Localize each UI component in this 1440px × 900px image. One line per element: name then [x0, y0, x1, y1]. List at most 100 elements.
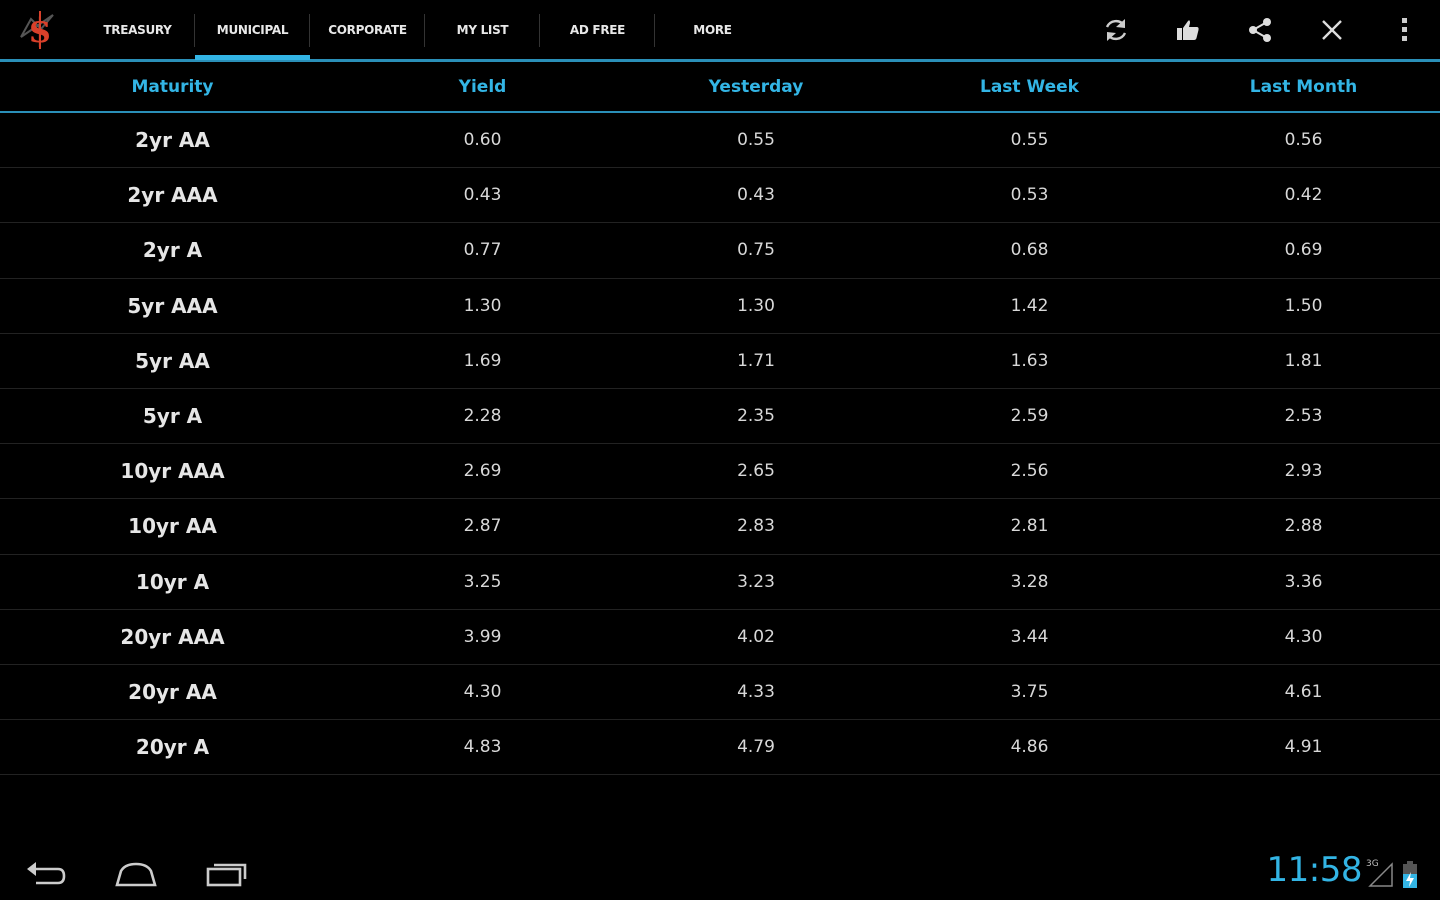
- header-yesterday[interactable]: Yesterday: [620, 77, 892, 97]
- cell-last-week: 4.86: [1010, 737, 1049, 758]
- status-clock: 11:58: [1266, 850, 1363, 890]
- cell-yield: 2.69: [463, 461, 502, 482]
- cell-yield: 2.28: [463, 406, 502, 427]
- back-button[interactable]: [16, 854, 76, 894]
- cell-yesterday: 2.65: [737, 461, 775, 482]
- tab-treasury[interactable]: TREASURY: [80, 0, 195, 59]
- cell-maturity: 5yr AA: [135, 348, 210, 373]
- recent-apps-icon: [206, 863, 247, 887]
- table-row[interactable]: 20yr AAA 3.99 4.02 3.44 4.30: [0, 610, 1440, 665]
- status-icons: 3G: [1366, 856, 1424, 892]
- table-header: Maturity Yield Yesterday Last Week Last …: [0, 62, 1440, 113]
- table-row[interactable]: 20yr AA 4.30 4.33 3.75 4.61: [0, 665, 1440, 721]
- tab-my-list[interactable]: MY LIST: [425, 0, 540, 59]
- cell-last-month: 4.91: [1284, 737, 1323, 758]
- cell-yesterday: 0.75: [737, 240, 775, 261]
- table-row[interactable]: 2yr AAA 0.43 0.43 0.53 0.42: [0, 168, 1440, 224]
- overflow-menu-icon: [1402, 17, 1407, 41]
- like-button[interactable]: [1152, 0, 1224, 59]
- table-row[interactable]: 5yr A 2.28 2.35 2.59 2.53: [0, 389, 1440, 445]
- cell-maturity: 10yr A: [135, 569, 210, 594]
- table-row[interactable]: 2yr AA 0.60 0.55 0.55 0.56: [0, 113, 1440, 169]
- home-button[interactable]: [106, 854, 166, 894]
- tab-more[interactable]: MORE: [655, 0, 770, 59]
- cell-yesterday: 0.55: [737, 130, 775, 151]
- home-icon: [115, 862, 157, 887]
- cell-yesterday: 1.30: [737, 295, 775, 316]
- cell-last-month: 0.56: [1284, 130, 1323, 151]
- cell-yield: 0.77: [463, 240, 502, 261]
- system-bar: 11:58 3G: [0, 848, 1440, 900]
- cell-maturity: 20yr AAA: [120, 624, 225, 649]
- cell-yield: 4.83: [463, 737, 502, 758]
- header-last-month[interactable]: Last Month: [1167, 77, 1440, 97]
- cell-yesterday: 3.23: [737, 571, 775, 592]
- cell-yesterday: 4.02: [737, 626, 775, 647]
- battery-icon: [1403, 861, 1417, 888]
- table-row[interactable]: 10yr A 3.25 3.23 3.28 3.36: [0, 555, 1440, 610]
- signal-label: 3G: [1366, 859, 1379, 869]
- cell-maturity: 20yr AA: [128, 679, 217, 704]
- cell-last-week: 0.55: [1010, 130, 1049, 151]
- cell-yesterday: 0.43: [737, 185, 775, 206]
- cell-yield: 0.43: [463, 185, 502, 206]
- overflow-menu-button[interactable]: [1368, 0, 1440, 59]
- table-row[interactable]: 10yr AA 2.87 2.83 2.81 2.88: [0, 499, 1440, 555]
- cell-yield: 4.30: [463, 681, 502, 702]
- action-bar: $ TREASURY MUNICIPAL CORPORATE MY LIST A…: [0, 0, 1440, 62]
- cell-last-month: 1.50: [1284, 295, 1323, 316]
- cell-last-month: 4.61: [1284, 681, 1323, 702]
- cell-maturity: 20yr A: [135, 735, 210, 760]
- yields-table: Maturity Yield Yesterday Last Week Last …: [0, 62, 1440, 776]
- cell-maturity: 2yr A: [142, 238, 203, 263]
- cell-yield: 0.60: [463, 130, 502, 151]
- cell-yesterday: 1.71: [737, 350, 775, 371]
- cell-yield: 3.99: [463, 626, 502, 647]
- header-last-week[interactable]: Last Week: [892, 77, 1167, 97]
- tab-label: TREASURY: [103, 22, 172, 37]
- close-icon: [1322, 19, 1342, 40]
- tab-corporate[interactable]: CORPORATE: [310, 0, 425, 59]
- cell-last-week: 2.59: [1010, 406, 1049, 427]
- signal-icon: 3G: [1366, 859, 1393, 887]
- header-maturity[interactable]: Maturity: [0, 77, 345, 97]
- app-icon-button[interactable]: $: [0, 0, 80, 59]
- back-icon: [27, 862, 66, 885]
- cell-maturity: 5yr AAA: [127, 293, 218, 318]
- cell-maturity: 2yr AA: [135, 128, 210, 153]
- cell-yield: 3.25: [463, 571, 502, 592]
- cell-maturity: 5yr A: [142, 404, 203, 429]
- cell-last-week: 0.53: [1010, 185, 1049, 206]
- share-icon: [1249, 17, 1271, 42]
- cell-yesterday: 4.33: [737, 681, 775, 702]
- tab-label: MUNICIPAL: [216, 22, 289, 37]
- table-row[interactable]: 10yr AAA 2.69 2.65 2.56 2.93: [0, 444, 1440, 500]
- tab-ad-free[interactable]: AD FREE: [540, 0, 655, 59]
- cell-yield: 1.30: [463, 295, 502, 316]
- cell-maturity: 10yr AAA: [120, 459, 225, 484]
- app-root: $ TREASURY MUNICIPAL CORPORATE MY LIST A…: [0, 0, 1440, 900]
- header-yield[interactable]: Yield: [345, 77, 620, 97]
- cell-last-month: 0.42: [1284, 185, 1323, 206]
- cell-last-month: 4.30: [1284, 626, 1323, 647]
- cell-yield: 1.69: [463, 350, 502, 371]
- share-button[interactable]: [1224, 0, 1296, 59]
- recent-apps-button[interactable]: [196, 854, 256, 894]
- tab-bar: TREASURY MUNICIPAL CORPORATE MY LIST AD …: [80, 0, 770, 60]
- table-row[interactable]: 20yr A 4.83 4.79 4.86 4.91: [0, 720, 1440, 776]
- cell-last-month: 2.53: [1284, 406, 1323, 427]
- table-row[interactable]: 2yr A 0.77 0.75 0.68 0.69: [0, 223, 1440, 279]
- cell-yesterday: 2.35: [737, 406, 775, 427]
- cell-last-week: 1.63: [1010, 350, 1049, 371]
- close-button[interactable]: [1296, 0, 1368, 59]
- tab-municipal[interactable]: MUNICIPAL: [195, 0, 310, 60]
- table-body: 2yr AA 0.60 0.55 0.55 0.56 2yr AAA 0.43 0.43 0.5…: [0, 113, 1440, 776]
- table-row[interactable]: 5yr AAA 1.30 1.30 1.42 1.50: [0, 279, 1440, 334]
- cell-last-week: 3.28: [1010, 571, 1049, 592]
- tab-label: CORPORATE: [328, 22, 407, 37]
- table-row[interactable]: 5yr AA 1.69 1.71 1.63 1.81: [0, 334, 1440, 389]
- cell-last-week: 2.56: [1010, 461, 1049, 482]
- cell-last-week: 0.68: [1010, 240, 1049, 261]
- cell-last-week: 3.44: [1010, 626, 1049, 647]
- refresh-button[interactable]: [1080, 0, 1152, 59]
